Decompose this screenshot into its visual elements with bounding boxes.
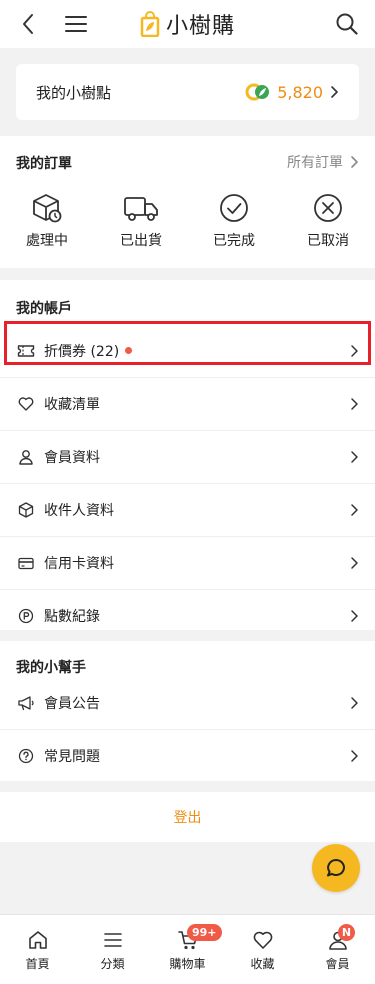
x-circle-icon (314, 194, 342, 222)
order-status-cancelled[interactable]: 已取消 (288, 192, 368, 250)
nav-cart[interactable]: 購物車 99+ (150, 915, 225, 984)
cart-count-badge: 99+ (187, 924, 222, 941)
credit-card-icon (16, 553, 36, 573)
points-card[interactable]: 我的小樹點 5,820 (16, 64, 359, 120)
bottom-nav: 首頁 分類 購物車 99+ 收藏 會員 N (0, 914, 375, 984)
nav-label: 分類 (100, 957, 125, 971)
heart-icon (16, 394, 36, 414)
nav-member[interactable]: 會員 N (300, 915, 375, 984)
order-status-processing[interactable]: 處理中 (7, 192, 87, 250)
list-icon (103, 933, 122, 947)
notification-dot (125, 347, 133, 354)
chat-bubble-icon (327, 859, 345, 877)
home-icon (28, 931, 47, 949)
chevron-right-icon (349, 450, 359, 464)
nav-label: 會員 (325, 957, 350, 971)
orders-section: 我的訂單 所有訂單 處理中 已出貨 已完成 已取消 (0, 136, 375, 268)
nav-home[interactable]: 首頁 (0, 915, 75, 984)
order-status-label: 已出貨 (120, 233, 162, 249)
user-icon (16, 447, 36, 467)
box-clock-icon (33, 194, 62, 223)
search-icon (336, 13, 358, 35)
leaf-coin-icon (245, 83, 270, 101)
account-row-label: 會員資料 (44, 450, 100, 466)
chevron-right-icon (349, 749, 359, 763)
account-row-favorites[interactable]: 收藏清單 (0, 377, 375, 430)
logout-label: 登出 (173, 810, 202, 826)
helper-row-label: 會員公告 (44, 695, 100, 712)
chevron-right-icon (349, 397, 359, 411)
helper-row-faq[interactable]: 常見問題 (0, 729, 375, 782)
points-area: 我的小樹點 5,820 (0, 48, 375, 136)
chevron-right-icon (349, 556, 359, 570)
nav-categories[interactable]: 分類 (75, 915, 150, 984)
search-button[interactable] (327, 0, 367, 48)
account-row-credit-cards[interactable]: 信用卡資料 (0, 536, 375, 589)
chevron-right-icon (331, 86, 338, 98)
account-row-profile[interactable]: 會員資料 (0, 430, 375, 483)
nav-favorites[interactable]: 收藏 (225, 915, 300, 984)
logo-text: 小樹購 (165, 14, 235, 39)
account-row-recipients[interactable]: 收件人資料 (0, 483, 375, 536)
nav-label: 購物車 (169, 957, 206, 971)
shopping-bag-leaf-icon (140, 11, 160, 37)
orders-title: 我的訂單 (16, 156, 72, 172)
order-status-shipped[interactable]: 已出貨 (101, 192, 181, 250)
points-title: 我的小樹點 (36, 83, 112, 102)
helper-row-announcements[interactable]: 會員公告 (0, 676, 375, 729)
helper-title: 我的小幫手 (16, 660, 86, 676)
chevron-right-icon (349, 696, 359, 710)
new-badge: N (338, 924, 355, 941)
account-row-label: 信用卡資料 (44, 556, 114, 572)
account-row-coupons[interactable]: 折價券 (22) (0, 324, 375, 377)
chat-button[interactable] (312, 844, 360, 892)
account-title: 我的帳戶 (16, 301, 72, 317)
brand-logo[interactable]: 小樹購 (0, 0, 375, 48)
all-orders-link[interactable]: 所有訂單 (287, 152, 359, 172)
points-summary: 5,820 (245, 83, 339, 102)
account-row-label: 折價券 (22) (44, 343, 120, 360)
p-coin-icon (16, 606, 36, 626)
nav-label: 首頁 (25, 957, 50, 971)
heart-icon (253, 931, 272, 949)
ticket-icon (16, 341, 36, 361)
helper-section: 我的小幫手 會員公告 常見問題 (0, 641, 375, 781)
account-row-label: 點數紀錄 (44, 609, 100, 625)
package-icon (16, 500, 36, 520)
check-circle-icon (220, 194, 248, 222)
chevron-right-icon (349, 344, 359, 358)
helper-row-label: 常見問題 (44, 749, 100, 765)
account-section: 我的帳戶 折價券 (22) 收藏清單 會員資料 收件人資料 信用卡資料 點數紀錄 (0, 280, 375, 630)
points-value: 5,820 (277, 82, 323, 102)
chevron-right-icon (351, 156, 358, 168)
account-row-points-history[interactable]: 點數紀錄 (0, 589, 375, 642)
top-header: 小樹購 (0, 0, 375, 48)
account-row-label: 收藏清單 (44, 397, 100, 413)
order-status-label: 已完成 (213, 233, 255, 249)
order-status-completed[interactable]: 已完成 (194, 192, 274, 250)
nav-label: 收藏 (250, 957, 275, 971)
order-status-label: 已取消 (307, 233, 349, 249)
chevron-right-icon (349, 503, 359, 517)
question-circle-icon (16, 746, 36, 766)
all-orders-label: 所有訂單 (287, 155, 343, 171)
truck-icon (124, 197, 158, 221)
megaphone-icon (16, 693, 36, 713)
account-row-label: 收件人資料 (44, 503, 114, 519)
order-status-label: 處理中 (26, 233, 68, 249)
chevron-right-icon (349, 609, 359, 623)
logout-button[interactable]: 登出 (0, 792, 375, 842)
